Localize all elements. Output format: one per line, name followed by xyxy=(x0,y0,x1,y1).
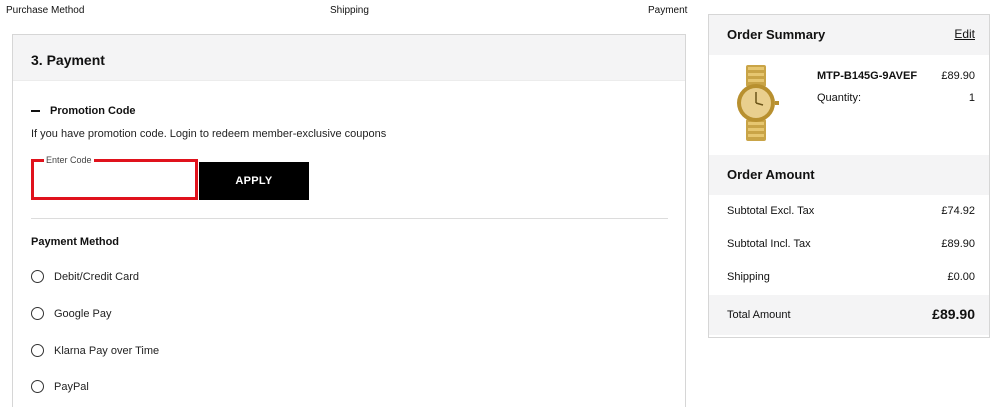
payment-title: 3. Payment xyxy=(31,52,105,68)
radio-icon[interactable] xyxy=(31,380,44,393)
product-row: MTP-B145G-9AVEF £89.90 Quantity: 1 xyxy=(709,55,989,155)
payment-option-label: Google Pay xyxy=(54,307,112,320)
amount-label: Subtotal Excl. Tax xyxy=(727,205,815,217)
divider xyxy=(31,218,668,219)
subtotal-incl-tax-row: Subtotal Incl. Tax £89.90 xyxy=(709,228,989,261)
minus-icon xyxy=(31,110,40,112)
shipping-row: Shipping £0.00 xyxy=(709,261,989,294)
order-summary-header: Order Summary Edit xyxy=(709,15,989,55)
payment-header: 3. Payment xyxy=(13,35,685,81)
total-amount-label: Total Amount xyxy=(727,309,791,321)
radio-icon[interactable] xyxy=(31,344,44,357)
promo-code-field: Enter Code xyxy=(31,155,198,200)
payment-option-label: Debit/Credit Card xyxy=(54,270,139,283)
payment-option-label: Klarna Pay over Time xyxy=(54,344,160,357)
order-summary-title: Order Summary xyxy=(727,27,826,42)
payment-option-google-pay[interactable]: Google Pay xyxy=(31,307,111,320)
checkout-steps: Purchase Method Shipping Payment xyxy=(0,0,700,22)
order-amount-title: Order Amount xyxy=(727,167,815,182)
amount-label: Subtotal Incl. Tax xyxy=(727,238,811,250)
order-amount-header: Order Amount xyxy=(709,155,989,195)
product-name: MTP-B145G-9AVEF xyxy=(817,70,918,82)
payment-option-label: PayPal xyxy=(54,380,89,393)
payment-option-paypal[interactable]: PayPal xyxy=(31,380,89,393)
payment-option-card[interactable]: Debit/Credit Card xyxy=(31,270,139,283)
step-purchase-method[interactable]: Purchase Method xyxy=(6,5,84,16)
promotion-code-label: Promotion Code xyxy=(50,105,136,117)
amount-value: £74.92 xyxy=(941,205,975,217)
order-summary-panel: Order Summary Edit MTP-B145G-9AVEF £89.9… xyxy=(708,14,990,338)
total-amount-value: £89.90 xyxy=(932,306,975,322)
quantity-value: 1 xyxy=(968,92,975,104)
total-amount-row: Total Amount £89.90 xyxy=(709,295,989,335)
gold-watch-icon xyxy=(737,65,779,141)
promo-code-input[interactable] xyxy=(34,162,195,197)
promotion-code-note: If you have promotion code. Login to red… xyxy=(31,128,387,140)
apply-button[interactable]: APPLY xyxy=(199,162,309,200)
promotion-code-toggle[interactable]: Promotion Code xyxy=(31,105,136,117)
payment-method-title: Payment Method xyxy=(31,236,120,248)
product-price: £89.90 xyxy=(941,70,975,82)
amount-label: Shipping xyxy=(727,271,770,283)
radio-icon[interactable] xyxy=(31,270,44,283)
subtotal-excl-tax-row: Subtotal Excl. Tax £74.92 xyxy=(709,195,989,228)
quantity-label: Quantity: xyxy=(817,92,862,104)
radio-icon[interactable] xyxy=(31,307,44,320)
edit-link[interactable]: Edit xyxy=(954,27,975,41)
step-payment[interactable]: Payment xyxy=(648,5,687,16)
amount-value: £0.00 xyxy=(947,271,975,283)
step-shipping[interactable]: Shipping xyxy=(330,5,369,16)
promo-code-label: Enter Code xyxy=(44,155,94,165)
amount-value: £89.90 xyxy=(941,238,975,250)
payment-option-klarna[interactable]: Klarna Pay over Time xyxy=(31,344,159,357)
payment-panel: 3. Payment Promotion Code If you have pr… xyxy=(12,34,686,407)
